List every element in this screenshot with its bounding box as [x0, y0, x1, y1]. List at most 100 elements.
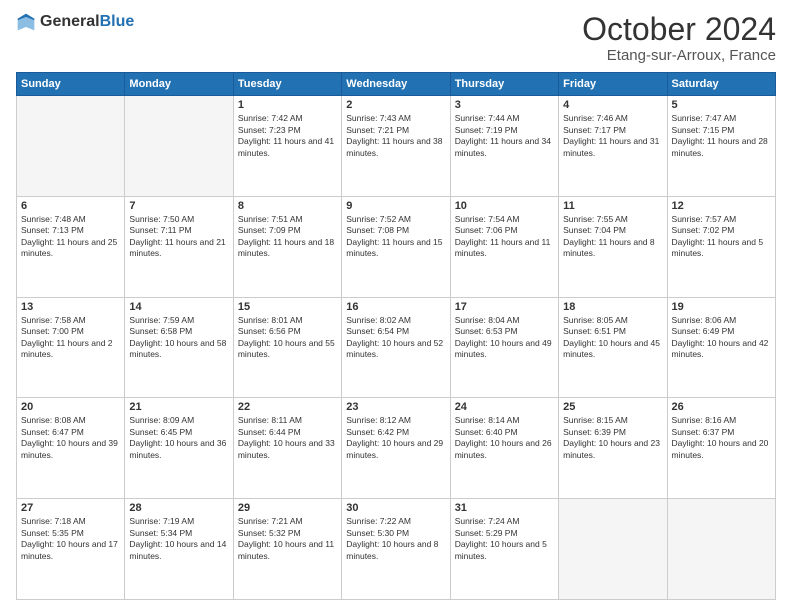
calendar-day-cell: 10 Sunrise: 7:54 AMSunset: 7:06 PMDayligh…	[450, 196, 558, 297]
calendar-day-cell: 13 Sunrise: 7:58 AMSunset: 7:00 PMDayligh…	[17, 297, 125, 398]
day-number: 23	[346, 401, 445, 413]
calendar-day-cell	[667, 499, 775, 600]
day-info: Sunrise: 8:06 AMSunset: 6:49 PMDaylight:…	[672, 315, 771, 361]
day-info: Sunrise: 8:16 AMSunset: 6:37 PMDaylight:…	[672, 415, 771, 461]
day-number: 14	[129, 301, 228, 313]
calendar-day-cell: 7 Sunrise: 7:50 AMSunset: 7:11 PMDaylight…	[125, 196, 233, 297]
day-number: 29	[238, 502, 337, 514]
day-info: Sunrise: 7:50 AMSunset: 7:11 PMDaylight:…	[129, 214, 228, 260]
calendar-day-cell	[17, 96, 125, 197]
logo-blue-text: Blue	[100, 13, 135, 31]
calendar-week-row: 1 Sunrise: 7:42 AMSunset: 7:23 PMDaylight…	[17, 96, 776, 197]
day-info: Sunrise: 8:04 AMSunset: 6:53 PMDaylight:…	[455, 315, 554, 361]
calendar-day-cell: 1 Sunrise: 7:42 AMSunset: 7:23 PMDaylight…	[233, 96, 341, 197]
calendar-day-cell: 12Sunrise: 7:57 AMSunset: 7:02 PMDayligh…	[667, 196, 775, 297]
day-number: 6	[21, 200, 120, 212]
day-info: Sunrise: 7:47 AMSunset: 7:15 PMDaylight:…	[672, 113, 771, 159]
calendar-day-cell: 28Sunrise: 7:19 AMSunset: 5:34 PMDayligh…	[125, 499, 233, 600]
weekday-header: Monday	[125, 73, 233, 96]
day-info: Sunrise: 7:57 AMSunset: 7:02 PMDaylight:…	[672, 214, 771, 260]
day-number: 27	[21, 502, 120, 514]
calendar-day-cell: 23Sunrise: 8:12 AMSunset: 6:42 PMDayligh…	[342, 398, 450, 499]
day-number: 19	[672, 301, 771, 313]
day-number: 22	[238, 401, 337, 413]
day-info: Sunrise: 7:18 AMSunset: 5:35 PMDaylight:…	[21, 516, 120, 562]
day-info: Sunrise: 7:59 AMSunset: 6:58 PMDaylight:…	[129, 315, 228, 361]
calendar-day-cell: 29 Sunrise: 7:21 AMSunset: 5:32 PMDayligh…	[233, 499, 341, 600]
calendar-day-cell: 31 Sunrise: 7:24 AMSunset: 5:29 PMDayligh…	[450, 499, 558, 600]
day-number: 1	[238, 99, 337, 111]
calendar-week-row: 13 Sunrise: 7:58 AMSunset: 7:00 PMDayligh…	[17, 297, 776, 398]
calendar-day-cell: 20 Sunrise: 8:08 AMSunset: 6:47 PMDayligh…	[17, 398, 125, 499]
day-number: 18	[563, 301, 662, 313]
calendar-day-cell: 9Sunrise: 7:52 AMSunset: 7:08 PMDaylight…	[342, 196, 450, 297]
day-number: 25	[563, 401, 662, 413]
day-info: Sunrise: 7:55 AMSunset: 7:04 PMDaylight:…	[563, 214, 662, 260]
calendar-day-cell: 4Sunrise: 7:46 AMSunset: 7:17 PMDaylight…	[559, 96, 667, 197]
weekday-header: Thursday	[450, 73, 558, 96]
title-block: October 2024 Etang-sur-Arroux, France	[582, 12, 776, 64]
calendar-day-cell: 3 Sunrise: 7:44 AMSunset: 7:19 PMDaylight…	[450, 96, 558, 197]
day-number: 31	[455, 502, 554, 514]
day-info: Sunrise: 8:11 AMSunset: 6:44 PMDaylight:…	[238, 415, 337, 461]
day-info: Sunrise: 7:43 AMSunset: 7:21 PMDaylight:…	[346, 113, 445, 159]
calendar-day-cell: 26Sunrise: 8:16 AMSunset: 6:37 PMDayligh…	[667, 398, 775, 499]
logo: General Blue	[16, 12, 134, 32]
day-number: 13	[21, 301, 120, 313]
day-number: 9	[346, 200, 445, 212]
calendar-day-cell	[559, 499, 667, 600]
day-info: Sunrise: 7:48 AMSunset: 7:13 PMDaylight:…	[21, 214, 120, 260]
weekday-header: Tuesday	[233, 73, 341, 96]
weekday-header: Saturday	[667, 73, 775, 96]
page-title: October 2024	[582, 12, 776, 47]
calendar-table: SundayMondayTuesdayWednesdayThursdayFrid…	[16, 72, 776, 600]
day-number: 24	[455, 401, 554, 413]
weekday-header: Sunday	[17, 73, 125, 96]
calendar-day-cell: 14 Sunrise: 7:59 AMSunset: 6:58 PMDayligh…	[125, 297, 233, 398]
day-number: 15	[238, 301, 337, 313]
day-info: Sunrise: 7:54 AMSunset: 7:06 PMDaylight:…	[455, 214, 554, 260]
day-number: 2	[346, 99, 445, 111]
day-info: Sunrise: 8:05 AMSunset: 6:51 PMDaylight:…	[563, 315, 662, 361]
calendar-day-cell: 2 Sunrise: 7:43 AMSunset: 7:21 PMDaylight…	[342, 96, 450, 197]
calendar-day-cell: 16Sunrise: 8:02 AMSunset: 6:54 PMDayligh…	[342, 297, 450, 398]
calendar-day-cell: 5Sunrise: 7:47 AMSunset: 7:15 PMDaylight…	[667, 96, 775, 197]
calendar-week-row: 20 Sunrise: 8:08 AMSunset: 6:47 PMDayligh…	[17, 398, 776, 499]
day-number: 20	[21, 401, 120, 413]
calendar-day-cell: 11 Sunrise: 7:55 AMSunset: 7:04 PMDayligh…	[559, 196, 667, 297]
day-number: 28	[129, 502, 228, 514]
calendar-day-cell	[125, 96, 233, 197]
calendar-day-cell: 24Sunrise: 8:14 AMSunset: 6:40 PMDayligh…	[450, 398, 558, 499]
calendar-day-cell: 8Sunrise: 7:51 AMSunset: 7:09 PMDaylight…	[233, 196, 341, 297]
day-info: Sunrise: 7:58 AMSunset: 7:00 PMDaylight:…	[21, 315, 120, 361]
calendar-day-cell: 18 Sunrise: 8:05 AMSunset: 6:51 PMDayligh…	[559, 297, 667, 398]
page-subtitle: Etang-sur-Arroux, France	[582, 47, 776, 64]
calendar-day-cell: 19 Sunrise: 8:06 AMSunset: 6:49 PMDayligh…	[667, 297, 775, 398]
weekday-header: Friday	[559, 73, 667, 96]
day-info: Sunrise: 7:44 AMSunset: 7:19 PMDaylight:…	[455, 113, 554, 159]
day-number: 30	[346, 502, 445, 514]
logo-icon	[16, 12, 36, 32]
logo-general-text: General	[40, 13, 100, 31]
calendar-day-cell: 25Sunrise: 8:15 AMSunset: 6:39 PMDayligh…	[559, 398, 667, 499]
day-info: Sunrise: 8:09 AMSunset: 6:45 PMDaylight:…	[129, 415, 228, 461]
day-info: Sunrise: 8:01 AMSunset: 6:56 PMDaylight:…	[238, 315, 337, 361]
day-number: 3	[455, 99, 554, 111]
calendar-header-row: SundayMondayTuesdayWednesdayThursdayFrid…	[17, 73, 776, 96]
day-number: 11	[563, 200, 662, 212]
header: General Blue October 2024 Etang-sur-Arro…	[16, 12, 776, 64]
calendar-day-cell: 6 Sunrise: 7:48 AMSunset: 7:13 PMDaylight…	[17, 196, 125, 297]
day-number: 4	[563, 99, 662, 111]
day-number: 16	[346, 301, 445, 313]
day-info: Sunrise: 7:21 AMSunset: 5:32 PMDaylight:…	[238, 516, 337, 562]
day-info: Sunrise: 8:08 AMSunset: 6:47 PMDaylight:…	[21, 415, 120, 461]
day-info: Sunrise: 7:42 AMSunset: 7:23 PMDaylight:…	[238, 113, 337, 159]
calendar-day-cell: 21Sunrise: 8:09 AMSunset: 6:45 PMDayligh…	[125, 398, 233, 499]
weekday-header: Wednesday	[342, 73, 450, 96]
day-number: 7	[129, 200, 228, 212]
day-number: 17	[455, 301, 554, 313]
day-info: Sunrise: 7:24 AMSunset: 5:29 PMDaylight:…	[455, 516, 554, 562]
calendar-day-cell: 15 Sunrise: 8:01 AMSunset: 6:56 PMDayligh…	[233, 297, 341, 398]
day-number: 10	[455, 200, 554, 212]
day-number: 8	[238, 200, 337, 212]
